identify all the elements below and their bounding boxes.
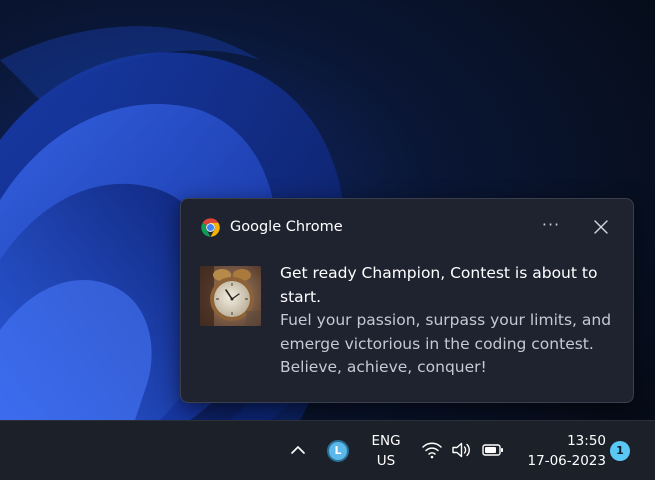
battery-icon[interactable] bbox=[482, 442, 504, 458]
volume-icon[interactable] bbox=[451, 440, 473, 460]
clock-date: 17-06-2023 bbox=[527, 453, 606, 469]
close-icon bbox=[594, 220, 608, 234]
region-label: US bbox=[376, 453, 396, 469]
chrome-notification-toast[interactable]: Google Chrome ··· Get ready Champion, Co… bbox=[180, 198, 634, 403]
notification-message: Fuel your passion, surpass your limits, … bbox=[280, 309, 620, 380]
alarm-clock-icon bbox=[200, 266, 261, 326]
language-label: ENG bbox=[371, 433, 401, 449]
taskbar: L ENG US 13:50 17-06-2023 bbox=[0, 420, 655, 480]
notification-body: Get ready Champion, Contest is about to … bbox=[280, 262, 620, 380]
notification-title-line: start. bbox=[280, 287, 322, 306]
taskbar-clock[interactable]: 13:50 17-06-2023 bbox=[518, 431, 606, 471]
language-indicator[interactable]: ENG US bbox=[362, 431, 410, 471]
wifi-icon[interactable] bbox=[421, 440, 443, 460]
notification-message-line: Believe, achieve, conquer! bbox=[280, 358, 487, 376]
notification-title-line: Get ready Champion, Contest is about to bbox=[280, 264, 598, 282]
google-chrome-icon bbox=[201, 218, 220, 237]
desktop-wallpaper: Google Chrome ··· Get ready Champion, Co… bbox=[0, 0, 655, 420]
alarm-clock-image bbox=[200, 266, 261, 326]
tray-app-icon[interactable]: L bbox=[327, 440, 349, 462]
more-options-icon: ··· bbox=[541, 215, 561, 234]
more-options-button[interactable]: ··· bbox=[535, 213, 567, 241]
notification-message-line: Fuel your passion, surpass your limits, … bbox=[280, 311, 612, 329]
notification-title: Get ready Champion, Contest is about to … bbox=[280, 262, 620, 309]
chevron-up-icon[interactable] bbox=[287, 439, 309, 461]
notification-app-name: Google Chrome bbox=[230, 219, 343, 235]
notification-header: Google Chrome ··· bbox=[181, 199, 633, 255]
close-notification-button[interactable] bbox=[586, 213, 616, 241]
notification-count-badge[interactable]: 1 bbox=[610, 441, 630, 461]
notification-message-line: emerge victorious in the coding contest. bbox=[280, 334, 594, 353]
clock-time: 13:50 bbox=[567, 433, 606, 449]
